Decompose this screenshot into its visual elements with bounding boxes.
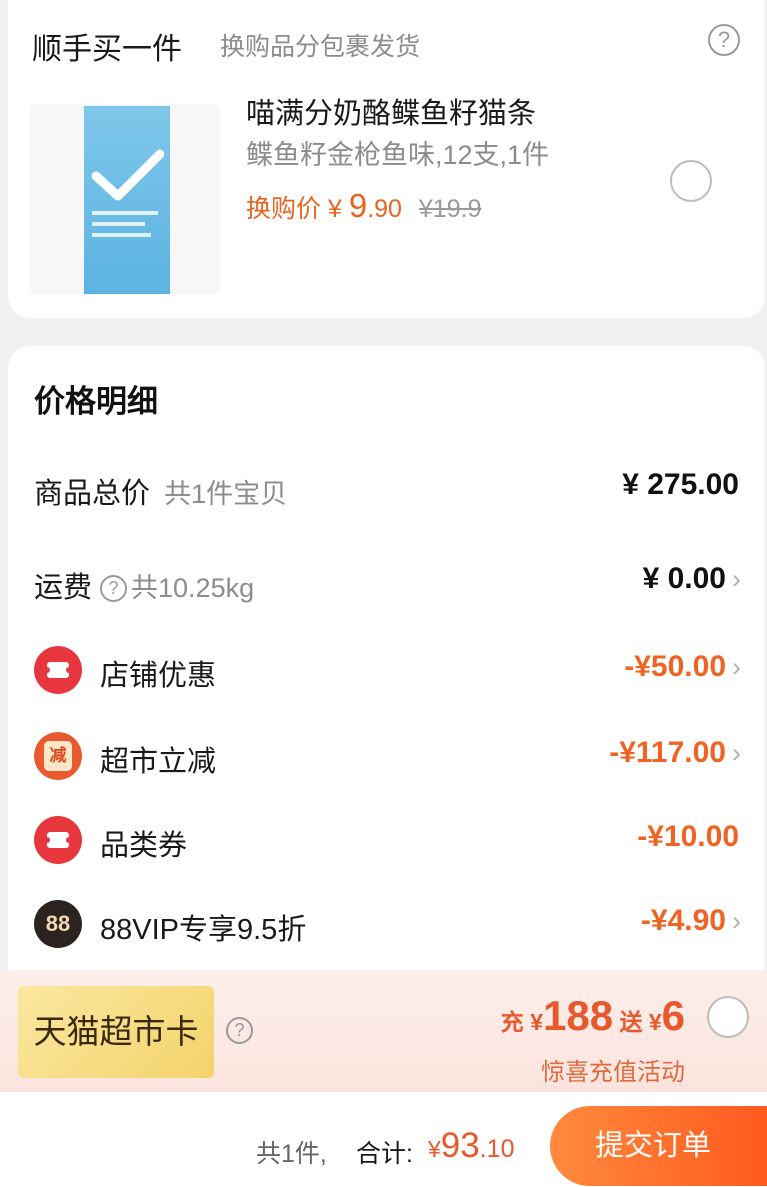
recharge-offer: 充 ¥188 送 ¥6	[501, 992, 685, 1040]
checkout-bar: 共1件, 合计: ¥93.10 提交订单	[0, 1092, 767, 1187]
gift-yen: ¥	[648, 1009, 662, 1035]
submit-order-button[interactable]: 提交订单	[550, 1106, 767, 1186]
shipping-value: ¥ 0.00	[642, 562, 726, 595]
market-discount-label: 超市立减	[100, 746, 217, 778]
chevron-right-icon: ›	[732, 652, 741, 682]
row-label: 商品总价 共1件宝贝	[34, 470, 287, 512]
goods-count: 共1件宝贝	[164, 479, 288, 509]
product-image[interactable]	[30, 104, 220, 294]
upsell-title: 顺手买一件	[32, 33, 182, 66]
checkmark-icon	[91, 149, 164, 201]
upsell-card: 顺手买一件 换购品分包裹发货 ? 喵满分奶酪鲽鱼籽猫条 鲽鱼籽金枪鱼味,12支,…	[8, 0, 765, 318]
recharge-yen: ¥	[530, 1009, 543, 1035]
88vip-value: -¥4.90	[640, 904, 726, 937]
total-dec: .10	[479, 1135, 515, 1163]
shipping-amount: ¥ 0.00 ›	[643, 562, 741, 596]
shop-discount-value: -¥50.00	[624, 650, 726, 683]
product-select-radio[interactable]	[670, 160, 712, 202]
coupon-icon	[34, 646, 82, 694]
goods-total-amount: ¥ 275.00	[622, 468, 739, 501]
upsell-subtitle: 换购品分包裹发货	[220, 33, 421, 61]
row-market-discount[interactable]: 减 超市立减 -¥117.00 ›	[8, 730, 765, 780]
tmall-card-band[interactable]: 天猫超市卡 ? 充 ¥188 送 ¥6 惊喜充值活动	[0, 970, 767, 1092]
product-price-row: 换购价 ¥ 9.90 ¥19.9	[246, 187, 481, 225]
total-amount: ¥93.10	[428, 1126, 515, 1166]
product-package	[84, 106, 170, 294]
help-icon[interactable]: ?	[100, 575, 128, 602]
category-coupon-label: 品类券	[100, 830, 188, 862]
instant-discount-icon: 减	[34, 732, 82, 780]
gift-label: 送	[619, 1009, 643, 1035]
row-shipping[interactable]: 运费? 共10.25kg ¥ 0.00 ›	[8, 556, 765, 606]
market-discount-value: -¥117.00	[609, 736, 726, 769]
price-yen: ¥	[327, 195, 342, 223]
chevron-right-icon: ›	[732, 906, 741, 936]
total-label: 合计:	[356, 1140, 413, 1168]
88vip-label: 88VIP专享9.5折	[100, 914, 307, 946]
shop-discount-amount: -¥50.00 ›	[624, 650, 741, 684]
chevron-right-icon: ›	[732, 564, 741, 594]
recharge-activity: 惊喜充值活动	[541, 1059, 685, 1086]
total-yen: ¥	[428, 1136, 441, 1162]
product-name[interactable]: 喵满分奶酪鲽鱼籽猫条	[246, 90, 536, 132]
tmall-card-radio[interactable]	[707, 996, 749, 1038]
goods-total-label: 商品总价	[34, 478, 151, 510]
row-shop-discount[interactable]: 店铺优惠 -¥50.00 ›	[8, 644, 765, 694]
item-count: 共1件,	[256, 1140, 327, 1168]
help-icon[interactable]: ?	[226, 1017, 253, 1044]
package-text-lines	[92, 211, 158, 244]
row-goods-total: 商品总价 共1件宝贝 ¥ 275.00	[8, 462, 765, 512]
product-spec: 鲽鱼籽金枪鱼味,12支,1件	[246, 140, 550, 170]
category-coupon-amount: -¥10.00	[637, 820, 739, 853]
price-label: 换购价	[246, 195, 322, 223]
gift-amount: 6	[661, 992, 685, 1039]
price-int: 9	[348, 187, 368, 224]
recharge-amount: 188	[542, 992, 614, 1039]
88vip-amount: -¥4.90 ›	[641, 904, 741, 938]
price-detail-title: 价格明细	[34, 384, 158, 419]
shipping-label: 运费	[34, 572, 93, 604]
total-int: 93	[440, 1126, 480, 1165]
market-discount-amount: -¥117.00 ›	[609, 736, 741, 770]
price-dec: .90	[367, 195, 402, 223]
recharge-prefix: 充	[500, 1009, 524, 1035]
row-category-coupon: 品类券 -¥10.00	[8, 814, 765, 864]
tmall-card-badge[interactable]: 天猫超市卡	[18, 986, 214, 1078]
help-icon[interactable]: ?	[708, 24, 740, 56]
88vip-icon: 88	[34, 900, 82, 948]
row-label: 运费? 共10.25kg	[34, 564, 254, 606]
original-price: ¥19.9	[418, 195, 482, 223]
shipping-weight: 共10.25kg	[131, 573, 255, 603]
price-detail-card: 价格明细 商品总价 共1件宝贝 ¥ 275.00 运费? 共10.25kg ¥ 0…	[8, 346, 765, 986]
row-88vip[interactable]: 88 88VIP专享9.5折 -¥4.90 ›	[8, 898, 765, 948]
coupon-icon	[34, 816, 82, 864]
chevron-right-icon: ›	[732, 738, 741, 768]
shop-discount-label: 店铺优惠	[100, 660, 217, 692]
